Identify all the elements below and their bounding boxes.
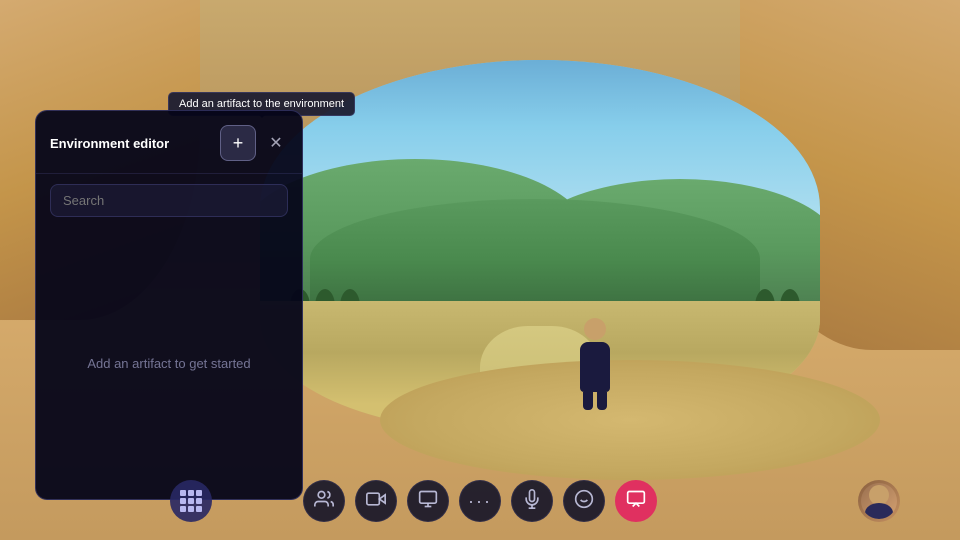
grid-icon <box>180 490 202 512</box>
share-button[interactable] <box>615 480 657 522</box>
avatar-leg <box>597 392 607 410</box>
panel-title: Environment editor <box>50 136 169 151</box>
panel-header: Environment editor + ✕ <box>36 111 302 174</box>
toolbar: ··· <box>303 480 657 522</box>
add-artifact-button[interactable]: + <box>220 125 256 161</box>
microphone-button[interactable] <box>511 480 553 522</box>
header-actions: + ✕ <box>220 125 288 161</box>
close-icon: ✕ <box>269 133 282 153</box>
search-input[interactable] <box>50 184 288 217</box>
avatar-profile-button[interactable] <box>858 480 900 522</box>
close-panel-button[interactable]: ✕ <box>264 131 288 155</box>
scene-avatar <box>580 318 610 410</box>
people-button[interactable] <box>303 480 345 522</box>
panel-content: Add an artifact to get started <box>36 227 302 499</box>
avatar-legs <box>580 392 610 410</box>
screen-button[interactable] <box>407 480 449 522</box>
people-icon <box>314 489 334 514</box>
camera-icon <box>366 489 386 514</box>
empty-state-message: Add an artifact to get started <box>87 356 250 371</box>
search-area <box>36 174 302 227</box>
screen-icon <box>418 489 438 514</box>
emoji-button[interactable] <box>563 480 605 522</box>
avatar-body <box>580 342 610 392</box>
share-icon <box>626 489 646 514</box>
avatar-profile-image <box>861 483 897 519</box>
emoji-icon <box>574 489 594 514</box>
ellipsis-icon: ··· <box>468 491 492 512</box>
camera-button[interactable] <box>355 480 397 522</box>
floor-platform <box>380 360 880 480</box>
avatar-leg <box>583 392 593 410</box>
mic-icon <box>522 489 542 514</box>
plus-icon: + <box>233 133 244 154</box>
avatar-head <box>584 318 606 340</box>
environment-editor-panel: Environment editor + ✕ Add an artifact t… <box>35 110 303 500</box>
apps-button[interactable] <box>170 480 212 522</box>
more-button[interactable]: ··· <box>459 480 501 522</box>
